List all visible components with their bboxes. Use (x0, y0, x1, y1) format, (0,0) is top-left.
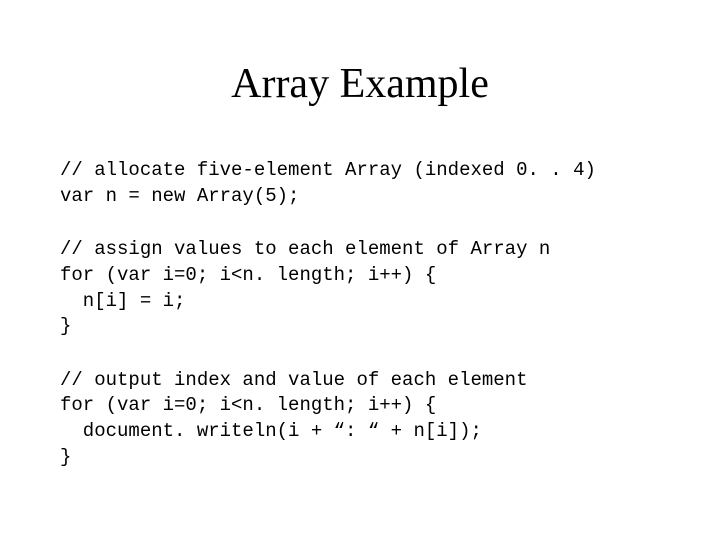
slide: Array Example // allocate five-element A… (0, 0, 720, 538)
code-block-assign: // assign values to each element of Arra… (60, 237, 660, 340)
code-block-allocate: // allocate five-element Array (indexed … (60, 158, 660, 209)
code-block-output: // output index and value of each elemen… (60, 368, 660, 471)
slide-title: Array Example (60, 60, 660, 108)
